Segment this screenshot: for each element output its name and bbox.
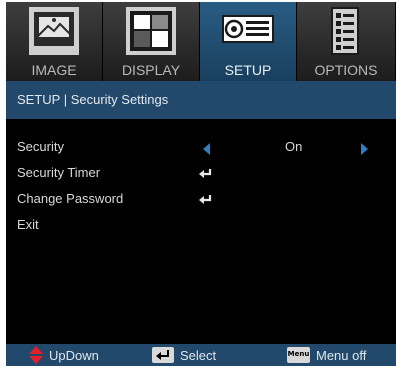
tab-setup[interactable]: SETUP [200, 2, 297, 81]
footer-menu-off: Menu Menu off [287, 344, 392, 366]
tab-bar: IMAGE DISPLAY SETUP OPTIONS [6, 2, 396, 81]
security-value: On [285, 139, 303, 154]
tab-label: DISPLAY [121, 62, 181, 78]
enter-key-icon [152, 347, 174, 363]
arrow-left-icon[interactable] [203, 143, 210, 155]
display-icon [126, 7, 176, 55]
menu-key-label: Menu [287, 350, 310, 358]
enter-icon[interactable] [199, 168, 213, 179]
updown-arrows-icon [29, 346, 43, 364]
tab-label: SETUP [224, 62, 272, 78]
image-icon [29, 7, 79, 55]
menu-item-label: Change Password [17, 191, 124, 206]
tab-options[interactable]: OPTIONS [297, 2, 396, 81]
tab-image[interactable]: IMAGE [6, 2, 103, 81]
menu-item-label: Exit [17, 217, 39, 232]
footer-menu-off-label: Menu off [316, 348, 367, 363]
footer-updown-label: UpDown [49, 348, 99, 363]
breadcrumb-bar: SETUP | Security Settings [6, 81, 396, 119]
options-list-icon [331, 7, 359, 55]
footer-select-label: Select [180, 348, 217, 363]
enter-icon[interactable] [199, 194, 213, 205]
footer-help-bar: UpDown Select Menu Menu off [6, 344, 396, 366]
projector-icon [222, 15, 274, 43]
menu-item-change-password[interactable]: Change Password [6, 188, 396, 214]
tab-display[interactable]: DISPLAY [103, 2, 200, 81]
osd-menu: IMAGE DISPLAY SETUP OPTIONS SETUP | Secu… [6, 2, 396, 366]
page-title: SETUP | Security Settings [17, 92, 169, 107]
tab-label: IMAGE [31, 62, 77, 78]
menu-item-security[interactable]: Security On [6, 136, 396, 162]
tab-label: OPTIONS [314, 62, 378, 78]
menu-item-security-timer[interactable]: Security Timer [6, 162, 396, 188]
footer-select: Select [152, 344, 252, 366]
menu-item-exit[interactable]: Exit [6, 214, 396, 240]
menu-item-label: Security [17, 139, 64, 154]
footer-updown: UpDown [29, 344, 129, 366]
arrow-right-icon[interactable] [361, 143, 368, 155]
menu-key-icon: Menu [287, 347, 310, 363]
menu-list: Security On Security Timer Change Passwo… [6, 136, 396, 240]
menu-item-label: Security Timer [17, 165, 101, 180]
